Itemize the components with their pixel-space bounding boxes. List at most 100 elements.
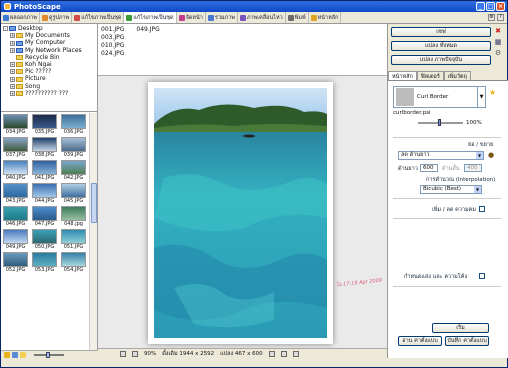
thumbnail-caption: 036.JPG [63, 129, 84, 135]
frame-opacity-slider[interactable] [418, 119, 463, 126]
fit-icon[interactable] [280, 350, 287, 357]
tab-icon [41, 14, 48, 21]
tree-node[interactable]: + My Computer [3, 39, 95, 46]
chevron-down-icon[interactable]: ▼ [477, 87, 485, 107]
minimize-button[interactable]: _ [476, 2, 485, 11]
tab-0[interactable]: ผลออกภาพ [1, 12, 40, 23]
tree-node[interactable]: + My Network Places [3, 47, 95, 54]
tab-7[interactable]: พิมพ์ [286, 12, 309, 23]
thumbnail-item[interactable]: 051.JPG [60, 229, 87, 250]
maximize-button[interactable]: □ [486, 2, 495, 11]
frame-select[interactable]: Curl Border ▼ [393, 86, 486, 108]
sharpen-checkbox[interactable] [479, 206, 485, 212]
thumbnail-item[interactable]: 045.JPG [60, 183, 87, 204]
save-settings-button[interactable]: บันทึก ค่าตั้งแบบ [445, 336, 489, 346]
save-button[interactable]: เซฟ [391, 27, 491, 37]
info-icon[interactable]: ● [488, 151, 494, 159]
brightness-checkbox[interactable] [479, 273, 485, 279]
delete-icon[interactable]: ✖ [494, 27, 502, 35]
tree-label: My Network Places [25, 46, 82, 54]
file-entry[interactable]: 003.JPG [101, 34, 124, 42]
thumbnail-item[interactable]: 046.JPG [2, 206, 29, 227]
load-settings-button[interactable]: อ่าน ค่าตั้งแบบ [398, 336, 442, 346]
star-icon[interactable]: ★ [489, 88, 496, 97]
tab-4[interactable]: จัดหน้า [177, 12, 206, 23]
fullscreen-icon[interactable] [292, 350, 299, 357]
tree-node[interactable]: + Pic ????? [3, 68, 95, 75]
rotate-icon[interactable] [268, 350, 275, 357]
close-button[interactable]: × [496, 2, 505, 11]
thumbnail-item[interactable]: 053.JPG [31, 252, 58, 273]
short-side-input[interactable]: 400 [464, 164, 482, 172]
tab-5[interactable]: รวมภาพ [206, 12, 238, 23]
long-side-input[interactable]: 600 [420, 164, 438, 172]
thumbnail-item[interactable]: 042.JPG [60, 160, 87, 181]
scrollbar-thumb[interactable] [91, 183, 97, 223]
expander-icon[interactable]: + [10, 90, 15, 96]
tree-node[interactable]: + ?????????? ??? [3, 90, 95, 97]
tab-1[interactable]: ดูรูปภาพ [40, 12, 73, 23]
expander-icon[interactable]: + [10, 69, 15, 75]
tab-6[interactable]: ภาพเคลื่อนไหว [238, 12, 286, 23]
resize-mode-select[interactable]: ลด ด้านยาว ▼ [398, 151, 484, 160]
thumbnail-item[interactable]: 038.JPG [31, 137, 58, 158]
folder-icon[interactable] [20, 351, 26, 358]
folder-icon [16, 83, 23, 89]
thumbnail-item[interactable]: 036.JPG [60, 114, 87, 135]
favorite-icon[interactable] [4, 351, 10, 358]
expander-icon[interactable]: + [10, 33, 15, 39]
tree-node[interactable]: Recycle Bin [3, 54, 95, 61]
file-entry[interactable]: 010.JPG [101, 42, 124, 50]
tab-3[interactable]: แก้ไขภาพเป็นชุด [124, 12, 177, 23]
tree-node[interactable]: + My Documents [3, 32, 95, 39]
expander-icon[interactable]: + [10, 76, 15, 82]
ok-button[interactable]: เริ่ม [432, 323, 489, 333]
thumbnail-item[interactable]: 034.JPG [2, 114, 29, 135]
file-entry[interactable]: 024.JPG [101, 50, 124, 58]
thumbnail-item[interactable]: 052.JPG [2, 252, 29, 273]
convert-current-button[interactable]: แปลง ภาพปัจจุบัน [391, 55, 491, 65]
tree-node[interactable]: + Koh Ngai [3, 61, 95, 68]
tab-object[interactable]: เพิ่มวัตถุ [443, 71, 471, 80]
thumbnail-scrollbar[interactable] [89, 113, 97, 350]
thumbnail-image [32, 183, 57, 198]
zoom-out-icon[interactable] [132, 350, 138, 357]
thumbnail-item[interactable]: 049.JPG [2, 229, 29, 250]
interpolation-select[interactable]: Bicubic (Best) ▼ [420, 185, 482, 194]
tree-node[interactable]: - Desktop [3, 25, 95, 32]
tab-2[interactable]: แก้ไขภาพเป็นชุด [72, 12, 125, 23]
refresh-icon[interactable] [12, 351, 18, 358]
thumbnail-item[interactable]: 050.JPG [31, 229, 58, 250]
thumbnail-item[interactable]: 041.JPG [31, 160, 58, 181]
expander-icon[interactable]: + [10, 62, 15, 68]
thumbnail-item[interactable]: 047.JPG [31, 206, 58, 227]
tab-8[interactable]: หน้าหลัก [309, 12, 342, 23]
expander-icon[interactable]: - [3, 26, 8, 32]
thumbnail-item[interactable]: 040.JPG [2, 160, 29, 181]
chevron-down-icon: ▼ [476, 152, 483, 159]
thumbnail-caption: 047.JPG [34, 221, 55, 227]
expander-icon[interactable]: + [10, 40, 15, 46]
thumbnail-item[interactable]: 043.JPG [2, 183, 29, 204]
list-icon[interactable]: ▦ [494, 38, 502, 46]
thumbnail-item[interactable]: 044.JPG [31, 183, 58, 204]
thumbnail-size-slider[interactable] [34, 351, 64, 358]
zoom-in-icon[interactable] [120, 350, 126, 357]
thumbnail-item[interactable]: 048.jpg [60, 206, 87, 227]
file-entry[interactable]: 001.JPG [101, 26, 124, 34]
tree-node[interactable]: + Song [3, 83, 95, 90]
thumbnail-item[interactable]: 035.JPG [31, 114, 58, 135]
settings-icon[interactable]: ⚙ [494, 49, 502, 57]
file-entry[interactable]: 049.JPG [136, 26, 159, 34]
convert-all-button[interactable]: แปลง ทั้งหมด [391, 41, 491, 51]
help-icon[interactable]: ? [497, 14, 504, 21]
expander-icon[interactable]: + [10, 47, 15, 53]
expander-icon[interactable]: + [10, 83, 15, 89]
tree-node[interactable]: + Picture [3, 75, 95, 82]
tab-filter[interactable]: ฟิลเตอร์ [416, 71, 444, 80]
tab-home[interactable]: หน้าหลัก [388, 71, 417, 80]
thumbnail-item[interactable]: 037.JPG [2, 137, 29, 158]
thumbnail-item[interactable]: 039.JPG [60, 137, 87, 158]
thumbnail-item[interactable]: 054.JPG [60, 252, 87, 273]
settings-icon[interactable]: ⚙ [488, 14, 495, 21]
